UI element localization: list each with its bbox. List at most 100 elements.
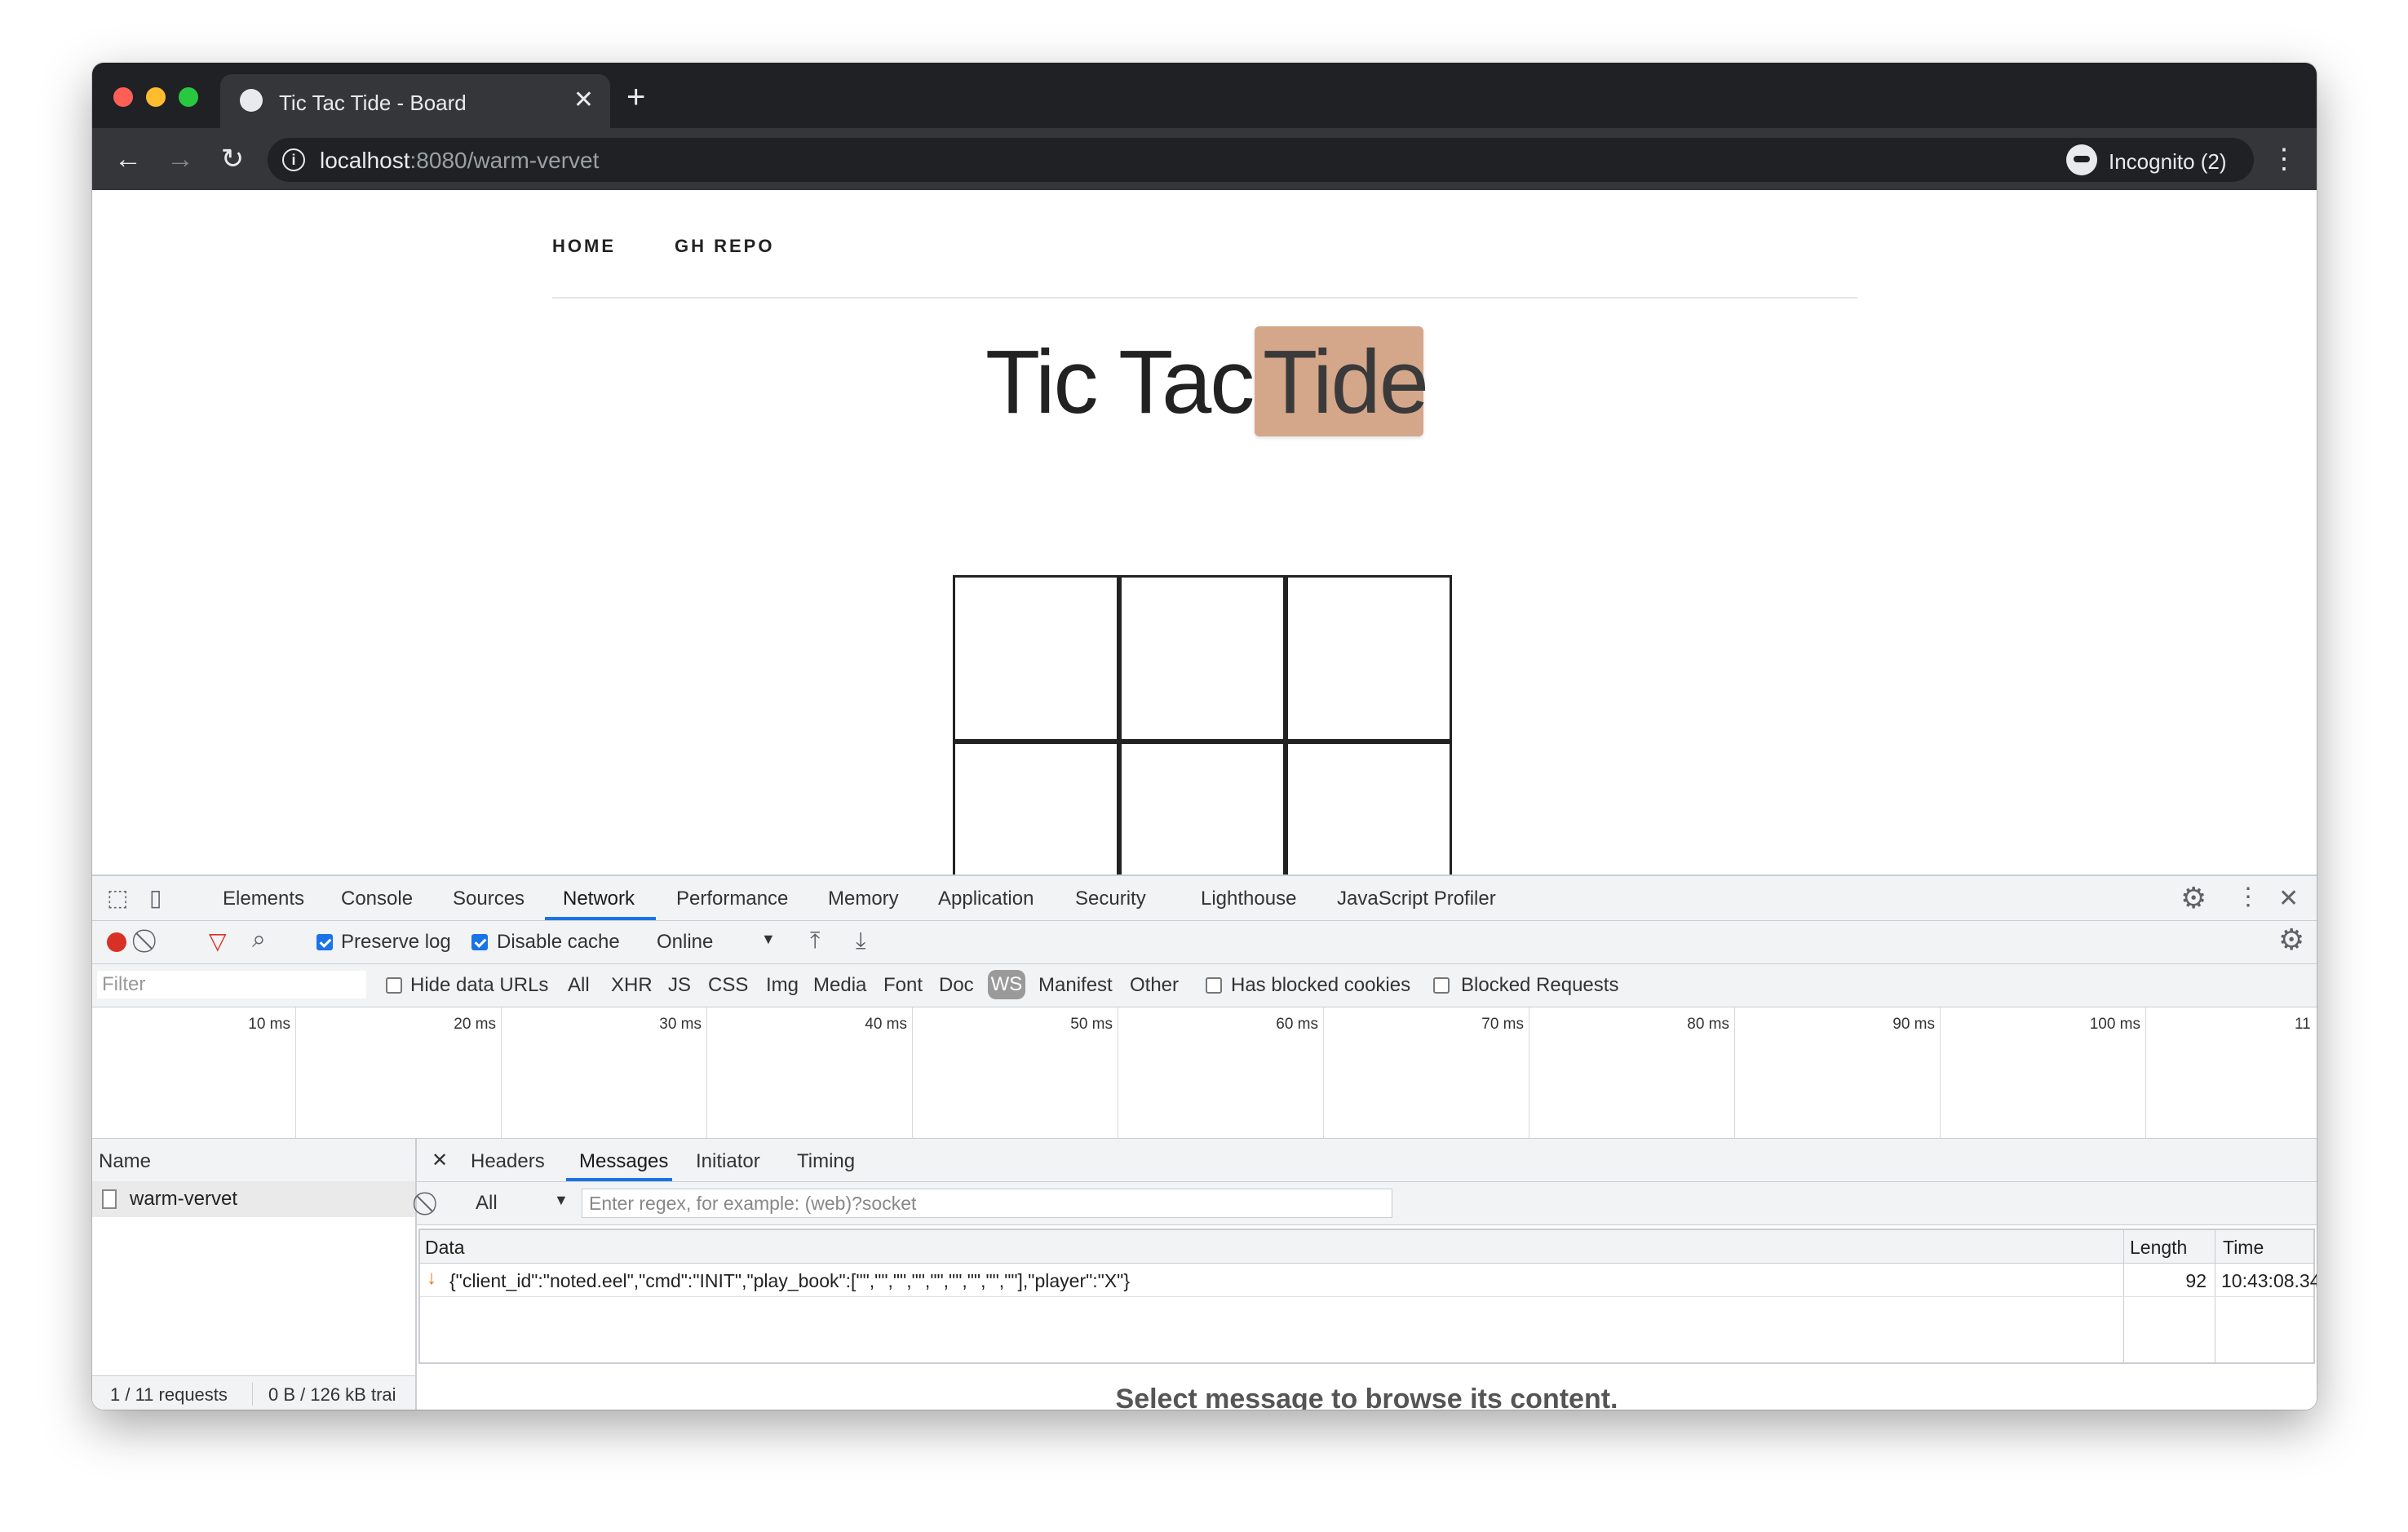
nav-home-link[interactable]: HOME [552,236,616,257]
board-cell-4[interactable] [953,742,1119,874]
tab-performance[interactable]: Performance [676,888,788,910]
messages-table-header: Data Length Time [420,1230,2313,1264]
tab-application[interactable]: Application [938,888,1034,910]
tab-lighthouse[interactable]: Lighthouse [1201,888,1296,910]
settings-gear-icon[interactable]: ⚙ [2180,881,2207,915]
nav-gh-repo-link[interactable]: GH REPO [675,236,774,257]
browser-tab[interactable]: Tic Tac Tide - Board ✕ [220,74,610,128]
new-tab-icon[interactable]: + [626,81,645,113]
type-filter-font[interactable]: Font [883,974,923,997]
hide-data-urls-checkbox[interactable] [386,977,402,994]
tab-memory[interactable]: Memory [828,888,899,910]
type-filter-img[interactable]: Img [766,974,799,997]
tab-security[interactable]: Security [1075,888,1146,910]
filter-input[interactable]: Filter [97,971,366,998]
record-icon[interactable] [107,932,126,952]
chevron-down-icon: ▼ [761,931,776,947]
has-blocked-cookies-checkbox[interactable] [1206,977,1222,994]
device-toolbar-icon[interactable]: ▯ [149,884,162,911]
inspect-element-icon[interactable]: ⬚ [107,884,128,911]
page-content: HOME GH REPO Tic Tac Tide [92,190,2317,874]
incognito-label: Incognito (2) [2109,149,2227,174]
search-icon[interactable]: ⌕ [252,926,266,954]
select-message-hint: Select message to browse its content. [1115,1384,1618,1410]
tab-messages[interactable]: Messages [579,1150,668,1173]
regex-filter-input[interactable]: Enter regex, for example: (web)?socket [582,1189,1392,1218]
filter-bar: Filter Hide data URLs All XHR JS CSS Img… [92,964,2317,1007]
timeline-gridline [2145,1007,2146,1138]
type-filter-other[interactable]: Other [1130,974,1179,997]
browser-toolbar: ← → ↻ i localhost:8080/warm-vervet ☆ Inc… [92,128,2317,190]
nav-divider [552,297,1857,299]
timeline-gridline [706,1007,707,1138]
timeline-gridline [295,1007,296,1138]
active-detail-tab-indicator [566,1178,672,1181]
incognito-icon [2066,144,2097,175]
board-cell-5[interactable] [1119,742,1286,874]
active-tab-indicator [545,917,656,920]
tab-timing[interactable]: Timing [797,1150,855,1173]
browser-menu-icon[interactable]: ⋮ [2270,143,2298,175]
time-column-header[interactable]: Time [2223,1237,2264,1259]
timeline-gridline [912,1007,913,1138]
reload-icon[interactable]: ↻ [213,139,252,179]
message-length: 92 [2185,1270,2207,1291]
network-settings-gear-icon[interactable]: ⚙ [2278,923,2304,957]
board-cell-6[interactable] [1286,742,1452,874]
type-filter-manifest[interactable]: Manifest [1038,974,1113,997]
type-filter-doc[interactable]: Doc [939,974,974,997]
back-icon[interactable]: ← [108,139,148,179]
tab-console[interactable]: Console [341,888,413,910]
board-cell-1[interactable] [953,575,1119,742]
has-blocked-cookies-label: Has blocked cookies [1231,974,1411,996]
type-filter-css[interactable]: CSS [708,974,748,997]
tab-sources[interactable]: Sources [453,888,525,910]
blocked-requests-checkbox[interactable] [1433,977,1450,994]
zoom-window-button[interactable] [179,87,198,107]
request-row[interactable]: warm-vervet [92,1181,415,1217]
tab-network[interactable]: Network [563,888,635,910]
tab-initiator[interactable]: Initiator [696,1150,760,1173]
board-cell-2[interactable] [1119,575,1286,742]
request-detail-panel: ✕ Headers Messages Initiator Timing ⃠ Al… [417,1139,2317,1410]
type-filter-js[interactable]: JS [668,974,691,997]
message-data: {"client_id":"noted.eel","cmd":"INIT","p… [449,1270,1131,1291]
timeline-gridline [1734,1007,1735,1138]
board-cell-3[interactable] [1286,575,1452,742]
disable-cache-checkbox[interactable] [471,934,488,950]
message-row[interactable]: ↓ {"client_id":"noted.eel","cmd":"INIT",… [420,1264,2317,1297]
export-har-icon[interactable]: ⤓ [856,928,865,954]
type-filter-ws[interactable]: WS [988,970,1025,999]
forward-icon[interactable]: → [161,139,200,179]
throttling-select[interactable]: Online ▼ [657,931,776,954]
address-bar[interactable]: i localhost:8080/warm-vervet ☆ [268,138,2189,182]
message-type-select[interactable]: All ▼ [476,1192,569,1215]
preserve-log-label: Preserve log [341,931,451,953]
close-devtools-icon[interactable]: ✕ [2278,884,2299,913]
tab-title: Tic Tac Tide - Board [279,91,467,115]
preserve-log-checkbox[interactable] [316,934,333,950]
import-har-icon[interactable]: ⤒ [810,928,820,954]
network-timeline[interactable]: 10 ms 20 ms 30 ms 40 ms 50 ms 60 ms 70 m… [92,1007,2317,1139]
name-column-header[interactable]: Name [92,1139,415,1182]
incognito-profile-button[interactable]: Incognito (2) [2058,138,2254,182]
length-column-header[interactable]: Length [2130,1237,2187,1259]
close-window-button[interactable] [113,87,133,107]
type-filter-all[interactable]: All [568,974,590,997]
info-icon[interactable]: i [282,148,305,171]
close-tab-icon[interactable]: ✕ [573,86,594,114]
type-filter-xhr[interactable]: XHR [611,974,653,997]
tab-elements[interactable]: Elements [223,888,304,910]
name-header-label: Name [99,1150,152,1172]
filter-funnel-icon[interactable]: ▽ [209,928,227,954]
data-column-header[interactable]: Data [425,1237,465,1259]
tab-javascript-profiler[interactable]: JavaScript Profiler [1337,888,1496,910]
close-detail-icon[interactable]: ✕ [432,1149,448,1172]
tab-headers[interactable]: Headers [471,1150,545,1173]
type-filter-media[interactable]: Media [813,974,866,997]
globe-icon [240,89,263,112]
throttling-value: Online [657,931,714,953]
devtools-menu-icon[interactable]: ⋮ [2236,883,2260,911]
message-type-value: All [476,1192,498,1214]
minimize-window-button[interactable] [146,87,166,107]
